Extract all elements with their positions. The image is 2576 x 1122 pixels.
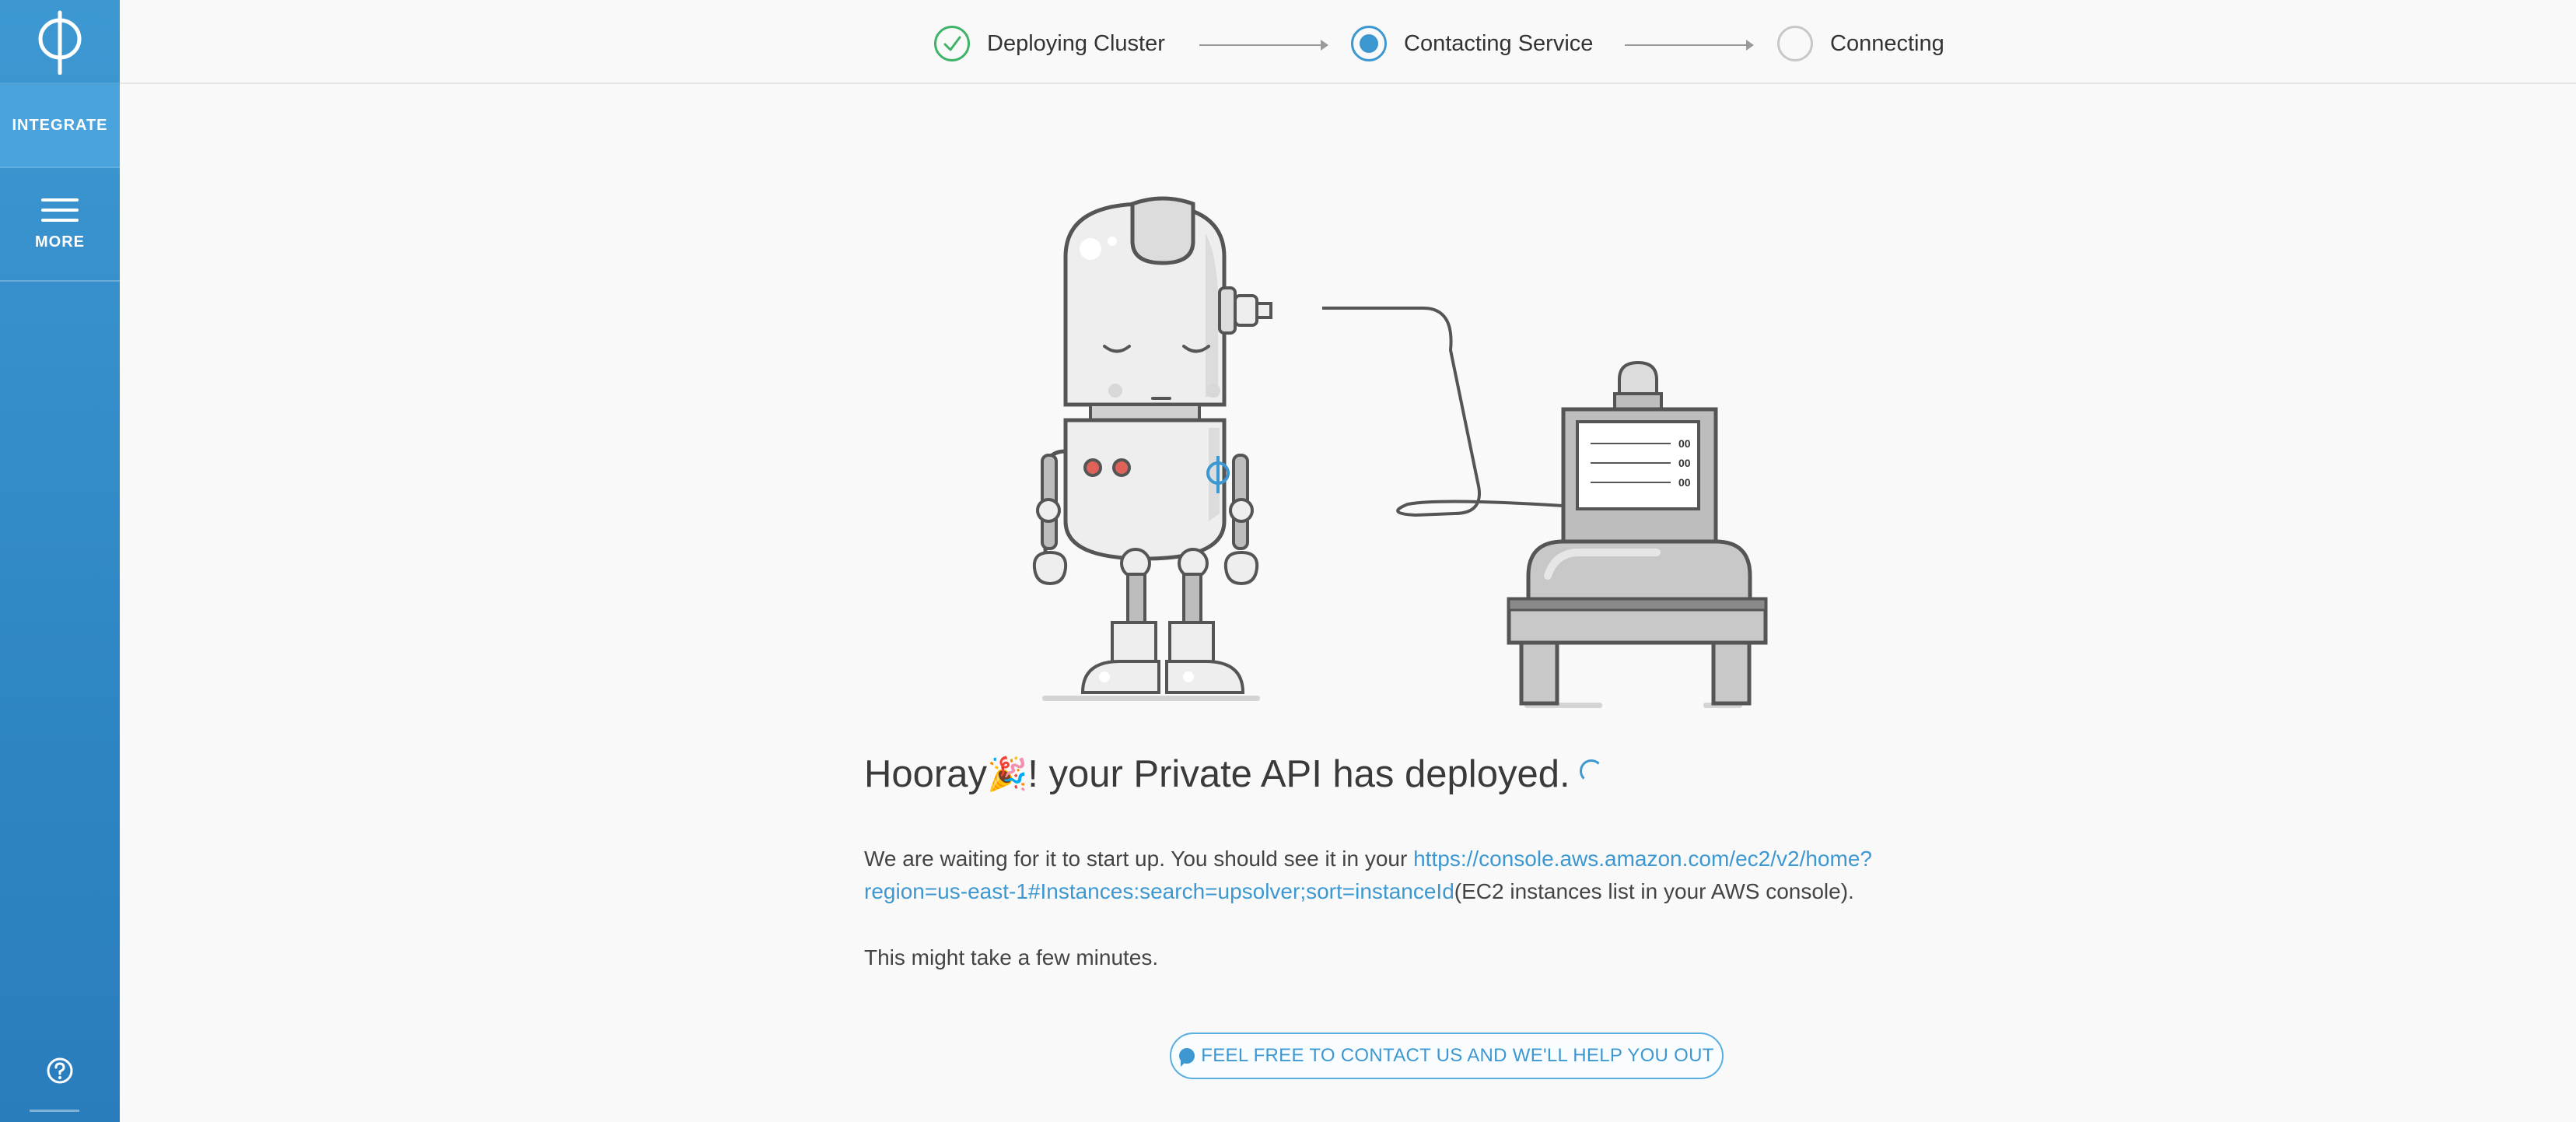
logo[interactable] [0, 0, 120, 84]
progress-stepper: Deploying Cluster Contacting Service Con… [120, 0, 2576, 84]
sidebar-item-label: INTEGRATE [12, 116, 108, 134]
desc-before: We are waiting for it to start up. You s… [864, 847, 1414, 871]
monitor-readout-3: 00 [1678, 476, 1691, 489]
arrow-right-icon [1625, 40, 1754, 51]
headline-suffix: ! your Private API has deployed. [1027, 753, 1570, 795]
empty-circle-icon [1777, 26, 1813, 61]
headline-prefix: Hooray [864, 753, 987, 795]
step-label: Deploying Cluster [987, 30, 1165, 56]
wait-note: This might take a few minutes. [864, 945, 1159, 969]
help-button[interactable] [0, 1047, 120, 1094]
party-emoji-icon: 🎉 [986, 755, 1028, 792]
page-title: Hooray 🎉 ! your Private API has deployed… [864, 752, 1603, 796]
sidebar-item-label: MORE [35, 233, 85, 251]
arrow-right-icon [1199, 40, 1328, 51]
step-contacting-service: Contacting Service [1351, 24, 1593, 63]
chat-bubble-icon [1179, 1048, 1195, 1067]
step-deploying-cluster: Deploying Cluster [934, 24, 1165, 63]
phi-logo-icon [38, 10, 82, 75]
robot-illustration: 00 00 00 [1032, 196, 1768, 708]
step-label: Connecting [1830, 30, 1944, 56]
desc-after: (EC2 instances list in your AWS console)… [1454, 879, 1854, 903]
status-description: We are waiting for it to start up. You s… [864, 843, 1953, 908]
hamburger-menu-icon [41, 198, 79, 222]
sidebar-item-integrate[interactable]: INTEGRATE [0, 84, 120, 168]
question-circle-icon [47, 1057, 73, 1084]
loading-spinner-icon [1579, 759, 1603, 783]
monitor-readout-2: 00 [1678, 457, 1691, 469]
contact-button-label: FEEL FREE TO CONTACT US AND WE'LL HELP Y… [1201, 1045, 1714, 1066]
step-label: Contacting Service [1404, 30, 1594, 56]
sidebar: INTEGRATE MORE [0, 0, 120, 1122]
step-connecting: Connecting [1777, 24, 1944, 63]
contact-us-button[interactable]: FEEL FREE TO CONTACT US AND WE'LL HELP Y… [1170, 1033, 1724, 1079]
sidebar-item-more[interactable]: MORE [0, 168, 120, 282]
sidebar-divider [30, 1110, 79, 1112]
active-step-icon [1351, 26, 1387, 61]
check-circle-icon [934, 26, 970, 61]
monitor-readout-1: 00 [1678, 437, 1691, 450]
